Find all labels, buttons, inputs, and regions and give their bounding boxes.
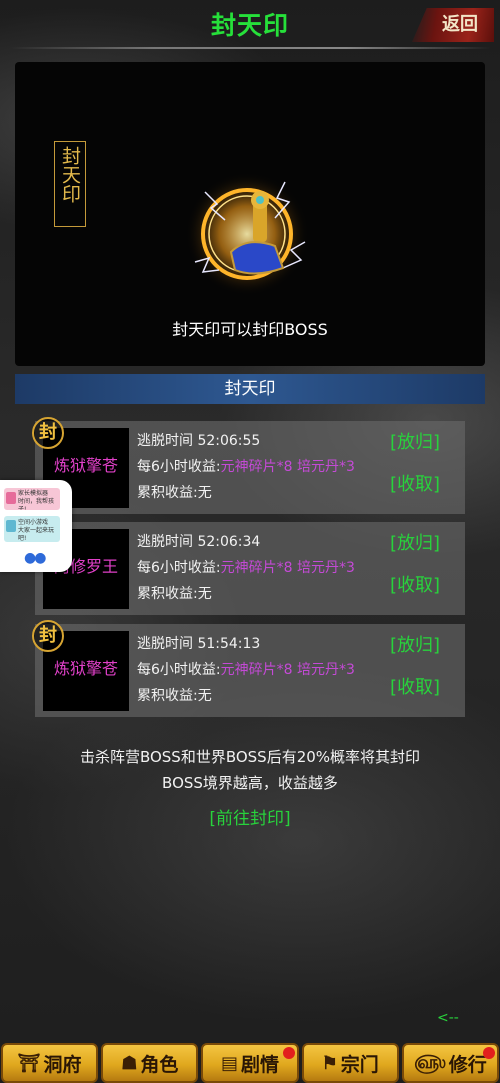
sealed-boss-card: 炼狱擎苍 封 逃脱时间 52:06:55 每6小时收益:元神碎片*8 培元丹*3… — [32, 417, 465, 514]
accumulated-income: 累积收益:无 — [137, 586, 212, 602]
header: 封天印 返回 — [0, 0, 500, 49]
ad-title: 空间小游戏 — [18, 519, 49, 526]
release-button[interactable]: [放归] — [390, 529, 440, 555]
collect-button[interactable]: [收取] — [390, 673, 440, 699]
sealed-boss-card: 炼狱擎苍 封 逃脱时间 51:54:13 每6小时收益:元神碎片*8 培元丹*3… — [32, 620, 465, 717]
hint-line-1: 击杀阵营BOSS和世界BOSS后有20%概率将其封印 — [79, 748, 421, 766]
income-rewards: 元神碎片*8 培元丹*3 — [220, 662, 355, 678]
ad-item-parent-simulator[interactable]: 家长模拟器 时间，我帮孩子! — [4, 488, 60, 510]
seal-vertical-text: 封天印 — [59, 146, 81, 203]
income-rewards: 元神碎片*8 培元丹*3 — [220, 560, 355, 576]
floating-ad-widget[interactable]: 家长模拟器 时间，我帮孩子! 空间小游戏 大家一起来玩吧! ●● — [0, 480, 72, 572]
income-label: 每6小时收益: — [137, 560, 221, 576]
income-rewards: 元神碎片*8 培元丹*3 — [220, 459, 355, 475]
goto-seal-link[interactable]: [前往封印] — [0, 804, 500, 829]
accumulated-income: 累积收益:无 — [137, 688, 212, 704]
nav-label: 角色 — [140, 1053, 179, 1076]
header-divider — [10, 47, 490, 49]
ad-title: 家长模拟器 — [18, 490, 49, 497]
escape-time: 逃脱时间 52:06:55 — [137, 433, 261, 449]
nav-cave-button[interactable]: ⛩ 洞府 — [1, 1043, 99, 1083]
bottom-nav: ⛩ 洞府 ☗ 角色 ▤ 剧情 ⚑ 宗门 ௵ 修行 — [0, 1043, 500, 1083]
ad-subtitle: 时间，我帮孩子! — [18, 498, 55, 510]
collect-button[interactable]: [收取] — [390, 470, 440, 496]
collect-button[interactable]: [收取] — [390, 571, 440, 597]
escape-time: 逃脱时间 51:54:13 — [137, 636, 261, 652]
income-rate: 每6小时收益:元神碎片*8 培元丹*3 — [137, 557, 355, 577]
accumulated-income: 累积收益:无 — [137, 485, 212, 501]
widget-handle-icon[interactable]: ●● — [24, 550, 46, 566]
income-rate: 每6小时收益:元神碎片*8 培元丹*3 — [137, 456, 355, 476]
cave-icon: ⛩ — [17, 1052, 41, 1074]
income-rate: 每6小时收益:元神碎片*8 培元丹*3 — [137, 659, 355, 679]
ad-item-mini-game[interactable]: 空间小游戏 大家一起来玩吧! — [4, 516, 60, 542]
nav-cultivate-button[interactable]: ௵ 修行 — [401, 1043, 500, 1083]
nav-sect-button[interactable]: ⚑ 宗门 — [301, 1043, 399, 1083]
income-label: 每6小时收益: — [137, 459, 221, 475]
nav-label: 洞府 — [43, 1053, 82, 1076]
story-icon: ▤ — [220, 1052, 238, 1074]
boss-name: 炼狱擎苍 — [53, 659, 118, 678]
hint-line-2: BOSS境界越高，收益越多 — [162, 774, 338, 792]
seal-badge-icon: 封 — [32, 620, 64, 652]
notification-dot — [282, 1047, 295, 1059]
game-thumbnail-icon — [6, 492, 16, 504]
nav-character-button[interactable]: ☗ 角色 — [101, 1043, 199, 1083]
seal-badge-icon: 封 — [32, 417, 64, 449]
game-thumbnail-icon — [6, 520, 16, 532]
ad-subtitle: 大家一起来玩吧! — [18, 527, 55, 542]
nav-label: 修行 — [448, 1053, 487, 1076]
nav-label: 剧情 — [241, 1053, 280, 1076]
release-button[interactable]: [放归] — [390, 428, 440, 454]
section-header: 封天印 — [15, 374, 485, 404]
cultivate-icon: ௵ — [414, 1051, 446, 1073]
notification-dot — [483, 1047, 496, 1059]
release-button[interactable]: [放归] — [390, 631, 440, 657]
character-icon: ☗ — [121, 1052, 138, 1074]
nav-story-button[interactable]: ▤ 剧情 — [201, 1043, 299, 1083]
escape-time: 逃脱时间 52:06:34 — [137, 534, 261, 550]
seal-artifact-image — [185, 172, 309, 296]
sect-icon: ⚑ — [321, 1052, 338, 1074]
back-arrow-link[interactable]: <-- — [437, 1010, 459, 1026]
nav-label: 宗门 — [340, 1053, 379, 1076]
artifact-showcase: 封天印 封天印可以封印BOSS — [15, 62, 485, 366]
showcase-caption: 封天印可以封印BOSS — [172, 320, 328, 339]
seal-vertical-label: 封天印 — [54, 141, 86, 227]
boss-name: 炼狱擎苍 — [53, 456, 118, 475]
income-label: 每6小时收益: — [137, 662, 221, 678]
sealed-boss-card: 阿修罗王 逃脱时间 52:06:34 每6小时收益:元神碎片*8 培元丹*3 累… — [35, 522, 465, 615]
